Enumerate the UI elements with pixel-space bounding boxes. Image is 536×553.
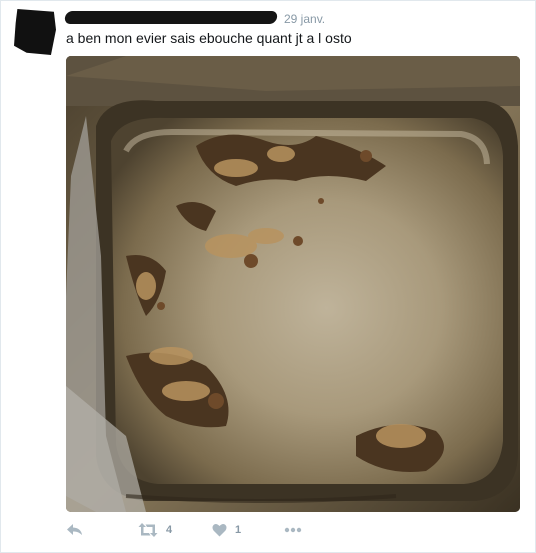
reply-icon [67, 524, 82, 535]
avatar-redacted[interactable] [14, 9, 56, 55]
tweet-actions: 4 1 [66, 520, 526, 540]
tweet-card[interactable]: 29 janv. a ben mon evier sais ebouche qu… [0, 0, 536, 553]
like-button[interactable]: 1 [212, 520, 241, 540]
more-icon [284, 527, 302, 533]
heart-icon [212, 523, 227, 537]
reply-button[interactable] [66, 520, 83, 540]
retweet-icon [138, 523, 158, 537]
tweet-timestamp[interactable]: 29 janv. [284, 12, 325, 26]
like-count: 1 [235, 524, 242, 536]
tweet-photo[interactable] [66, 56, 520, 512]
author-name-redacted[interactable] [63, 11, 279, 24]
retweet-count: 4 [166, 524, 173, 536]
tweet-text: a ben mon evier sais ebouche quant jt a … [66, 30, 352, 46]
retweet-button[interactable]: 4 [138, 520, 172, 540]
more-button[interactable] [284, 520, 302, 540]
sink-photo [66, 56, 520, 512]
